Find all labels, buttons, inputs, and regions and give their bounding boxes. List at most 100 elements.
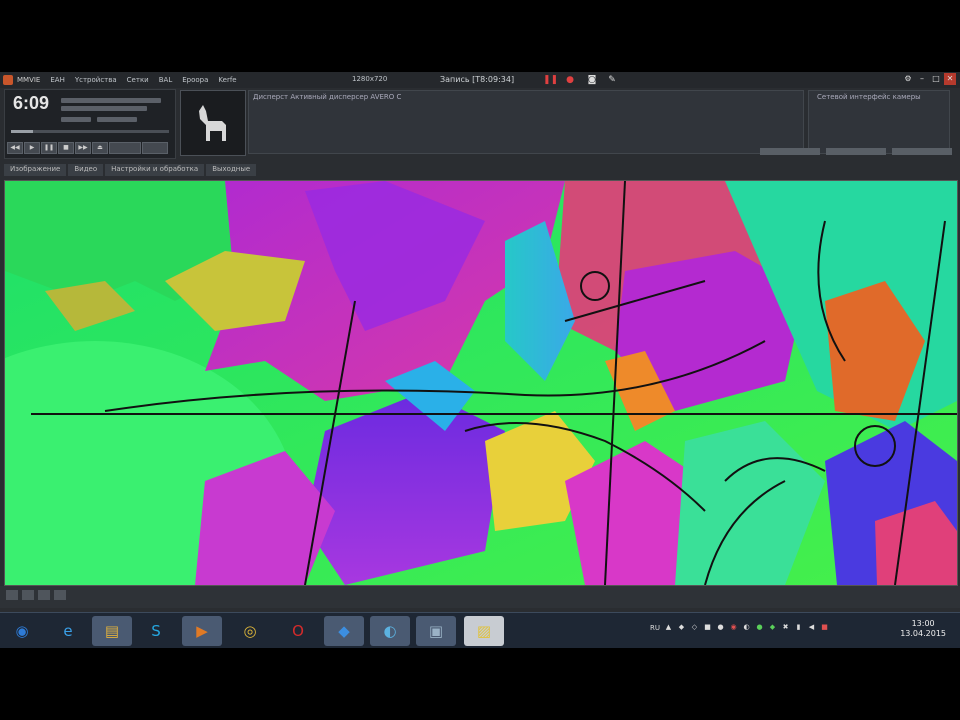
pause-icon[interactable]: ❚❚ (543, 75, 558, 85)
menu-bar: MMVIE EAH Yстройства Сетки BAL Epoopa Ke… (0, 72, 960, 88)
taskbar-app-cloud[interactable]: ◆ (324, 616, 364, 646)
cloud-icon: ◆ (338, 622, 350, 640)
effect-render (5, 181, 957, 585)
extra-button[interactable] (142, 142, 168, 154)
tab-processing[interactable]: Настройки и обработка (105, 164, 205, 176)
tray-icon-4[interactable]: ● (716, 623, 725, 632)
photo-icon: ▣ (428, 622, 444, 640)
prev-button[interactable]: ◀◀ (7, 142, 23, 154)
app-logo-icon (3, 75, 13, 85)
track-info-line (61, 98, 161, 103)
tray-icon-9[interactable]: ■ (820, 623, 829, 632)
skype-icon: S (151, 622, 161, 640)
seek-bar[interactable] (11, 130, 169, 133)
status-icon-2[interactable] (22, 590, 34, 600)
tray-icon-6[interactable]: ● (755, 623, 764, 632)
camera-panel: Сетевой интерфейс камеры (808, 90, 950, 154)
tab-output[interactable]: Выходные (206, 164, 257, 176)
play-button[interactable]: ▶ (24, 142, 40, 154)
balance-indicator[interactable] (97, 117, 137, 122)
window-title: Запись [Т8:09:34] (440, 75, 515, 84)
ie-icon: e (63, 622, 73, 640)
panel-button-3[interactable] (892, 148, 952, 155)
minimize-button[interactable]: – (916, 73, 928, 85)
status-icon-3[interactable] (38, 590, 50, 600)
status-icon-1[interactable] (6, 590, 18, 600)
menu-item-1[interactable]: MMVIE (17, 76, 40, 84)
taskbar-app-opera[interactable]: O (278, 616, 318, 646)
taskbar-app-chrome[interactable]: ◎ (230, 616, 270, 646)
tray-record-icon[interactable]: ◉ (729, 623, 738, 632)
stop-button[interactable]: ■ (58, 142, 74, 154)
mode-button[interactable] (109, 142, 141, 154)
clock-date: 13.04.2015 (900, 629, 946, 638)
language-indicator[interactable]: RU (650, 624, 660, 632)
tab-video[interactable]: Видео (68, 164, 104, 176)
media-player-icon: ▶ (196, 622, 208, 640)
next-button[interactable]: ▶▶ (75, 142, 91, 154)
taskbar-app-ie[interactable]: e (48, 616, 88, 646)
tray-arrow-icon[interactable]: ▲ (664, 623, 673, 632)
recorder-icon: ▨ (476, 622, 492, 640)
taskbar-app-skype[interactable]: S (136, 616, 176, 646)
close-button[interactable]: ✕ (944, 73, 956, 85)
system-tray: RU ▲ ◆ ◇ ■ ● ◉ ◐ ● ◆ ✖ ▮ ◀ ■ (650, 623, 829, 632)
pause-button[interactable]: ❚❚ (41, 142, 57, 154)
tray-icon-8[interactable]: ✖ (781, 623, 790, 632)
windows-logo-icon: ◉ (15, 622, 29, 640)
view-tabs: Изображение Видео Настройки и обработка … (4, 164, 257, 176)
tray-icon-3[interactable]: ■ (703, 623, 712, 632)
start-button[interactable]: ◉ (2, 616, 42, 646)
track-info-line (61, 106, 147, 111)
tray-icon-5[interactable]: ◐ (742, 623, 751, 632)
status-strip (0, 586, 960, 608)
taskbar-app-media[interactable]: ▶ (182, 616, 222, 646)
effect-toolbar: Дисперст Активный дисперсер AVERO C (248, 90, 804, 154)
taskbar-app-recorder[interactable]: ▨ (464, 616, 504, 646)
effect-toolbar-label: Дисперст Активный дисперсер AVERO C (253, 93, 402, 101)
maximize-button[interactable]: □ (930, 73, 942, 85)
playback-controls: ◀◀ ▶ ❚❚ ■ ▶▶ ⏏ (7, 142, 168, 154)
clock-time: 13:00 (911, 619, 935, 628)
chrome-icon: ◎ (243, 622, 257, 640)
volume-indicator[interactable] (61, 117, 91, 122)
taskbar-clock[interactable]: 13:00 13.04.2015 (900, 619, 946, 639)
menu-item-6[interactable]: Epoopa (182, 76, 208, 84)
camera-icon[interactable]: ◙ (587, 75, 597, 85)
opera-icon: O (292, 622, 304, 640)
menu-item-4[interactable]: Сетки (127, 76, 149, 84)
volume-icon[interactable]: ◀ (807, 623, 816, 632)
resolution-label: 1280x720 (352, 75, 388, 83)
menu-item-3[interactable]: Yстройства (75, 76, 117, 84)
tray-icon-2[interactable]: ◇ (690, 623, 699, 632)
taskbar-app-vpn[interactable]: ◐ (370, 616, 410, 646)
menu-item-2[interactable]: EAH (50, 76, 64, 84)
window-controls: ⚙ – □ ✕ (902, 73, 956, 85)
app-window: MMVIE EAH Yстройства Сетки BAL Epoopa Ke… (0, 72, 960, 648)
tab-image[interactable]: Изображение (4, 164, 67, 176)
menu-item-5[interactable]: BAL (159, 76, 173, 84)
taskbar-app-explorer[interactable]: ▤ (92, 616, 132, 646)
panel-buttons (760, 148, 952, 155)
llama-icon (181, 91, 245, 155)
player-panel: 6:09 ◀◀ ▶ ❚❚ ■ ▶▶ ⏏ (4, 89, 176, 159)
eject-button[interactable]: ⏏ (92, 142, 108, 154)
playback-time: 6:09 (13, 93, 50, 113)
network-icon[interactable]: ▮ (794, 623, 803, 632)
record-icon[interactable]: ● (565, 75, 575, 85)
taskbar-app-photo[interactable]: ▣ (416, 616, 456, 646)
tray-icon-7[interactable]: ◆ (768, 623, 777, 632)
pen-icon[interactable]: ✎ (607, 75, 617, 85)
taskbar: ◉ e ▤ S ▶ ◎ O ◆ ◐ ▣ ▨ RU ▲ ◆ ◇ ■ ● ◉ ◐ ●… (0, 612, 960, 648)
folder-icon: ▤ (104, 622, 120, 640)
status-icon-4[interactable] (54, 590, 66, 600)
tray-icon-1[interactable]: ◆ (677, 623, 686, 632)
video-preview-canvas[interactable] (4, 180, 958, 586)
preview-thumbnail[interactable] (180, 90, 246, 156)
panel-button-2[interactable] (826, 148, 886, 155)
globe-icon: ◐ (383, 622, 397, 640)
menu-item-7[interactable]: Kerfe (218, 76, 236, 84)
camera-panel-label: Сетевой интерфейс камеры (817, 93, 921, 101)
panel-button-1[interactable] (760, 148, 820, 155)
settings-icon[interactable]: ⚙ (902, 73, 914, 85)
